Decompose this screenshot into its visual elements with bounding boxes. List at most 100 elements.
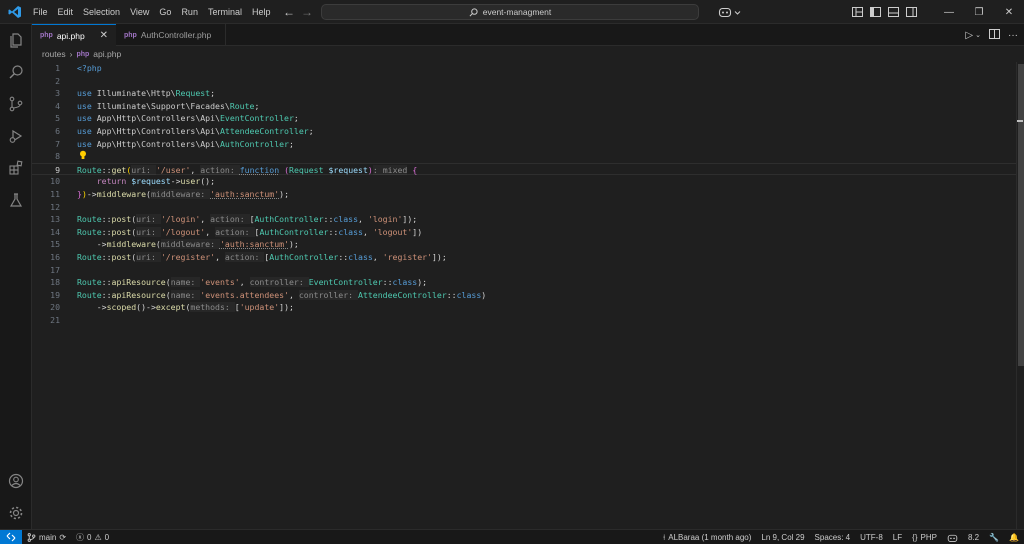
close-tab-icon[interactable]: ✕ (100, 30, 108, 41)
layout-customize-icon[interactable] (848, 0, 866, 24)
warning-icon: ⚠ (94, 532, 102, 542)
git-blame[interactable]: ⍿ ALBaraa (1 month ago) (658, 533, 756, 543)
scroll-thumb[interactable] (1018, 64, 1024, 366)
code-line: 4 use Illuminate\Support\Facades\Route; (55, 100, 260, 111)
editor-tabs: php api.php ✕ php AuthController.php ▷ ⌄… (32, 24, 1024, 46)
wrench-icon[interactable]: 🔧 (984, 533, 1004, 542)
more-actions-icon[interactable]: ··· (1008, 30, 1018, 41)
code-line: 18 Route::apiResource(name: 'events', con… (50, 277, 428, 288)
cursor-position[interactable]: Ln 9, Col 29 (756, 533, 809, 542)
notifications-bell-icon[interactable]: 🔔 (1004, 533, 1024, 542)
menu-go[interactable]: Go (154, 0, 176, 24)
extensions-icon[interactable] (0, 152, 32, 184)
breadcrumb-folder[interactable]: routes (42, 49, 66, 59)
menu-run[interactable]: Run (176, 0, 203, 24)
run-file-icon[interactable]: ▷ (965, 30, 973, 41)
search-activity-icon[interactable] (0, 56, 32, 88)
tab-label: api.php (56, 30, 85, 41)
blame-icon: ⍿ (663, 532, 666, 542)
code-line: 19 Route::apiResource(name: 'events.atten… (50, 289, 487, 300)
cursor-overview-marker (1017, 120, 1023, 122)
editor-scrollbar[interactable] (1016, 62, 1024, 529)
copilot-button[interactable] (718, 4, 741, 20)
copilot-status-icon[interactable] (942, 533, 963, 543)
code-line: 3 use Illuminate\Http\Request; (55, 88, 216, 99)
code-line: 1 <?php (55, 63, 102, 73)
explorer-icon[interactable] (0, 24, 32, 56)
encoding[interactable]: UTF-8 (855, 533, 888, 542)
tab-authcontroller-php[interactable]: php AuthController.php (116, 24, 226, 46)
code-line: 16 Route::post(uri: '/register', action: … (50, 252, 447, 262)
back-arrow-icon[interactable]: ← (283, 5, 295, 19)
split-editor-icon[interactable] (989, 28, 1000, 42)
php-file-icon: php (76, 50, 90, 58)
braces-icon: {} (912, 533, 918, 542)
navigation-arrows: ← → (283, 0, 313, 24)
menu-file[interactable]: File (28, 0, 53, 24)
code-editor[interactable]: 1 <?php 2 3 use Illuminate\Http\Request; 4… (32, 62, 1016, 529)
indentation[interactable]: Spaces: 4 (810, 533, 856, 542)
code-line: 20 ->scoped()->except(methods: ['update'… (50, 302, 294, 313)
menu-selection[interactable]: Selection (78, 0, 125, 24)
testing-flask-icon[interactable] (0, 184, 32, 216)
toggle-primary-sidebar-icon[interactable] (866, 0, 884, 24)
code-line: 12 (50, 201, 60, 212)
menu-terminal[interactable]: Terminal (203, 0, 247, 24)
php-file-icon: php (40, 32, 53, 39)
code-line: 14 Route::post(uri: '/logout', action: [A… (50, 226, 423, 237)
menu-help[interactable]: Help (247, 0, 276, 24)
breadcrumb-file[interactable]: api.php (93, 49, 121, 59)
chevron-right-icon: › (69, 49, 73, 59)
language-mode[interactable]: {} PHP (907, 533, 942, 542)
tab-label: AuthController.php (140, 30, 212, 40)
branch-name: main (39, 532, 57, 542)
code-line: 5 use App\Http\Controllers\Api\EventContr… (55, 113, 299, 124)
lightbulb-icon[interactable] (79, 150, 87, 164)
git-branch[interactable]: main ⟳ (22, 533, 71, 542)
editor-actions: ▷ ⌄ ··· (965, 24, 1018, 46)
code-line: 8 (32, 150, 1016, 163)
php-version[interactable]: 8.2 (963, 533, 984, 542)
code-line: 2 (55, 75, 60, 86)
toggle-secondary-sidebar-icon[interactable] (902, 0, 920, 24)
title-right-controls: — ❐ ✕ (848, 0, 1024, 24)
error-count: 0 (87, 532, 92, 542)
menu-edit[interactable]: Edit (53, 0, 79, 24)
code-line: 6 use App\Http\Controllers\Api\AttendeeCo… (55, 126, 314, 136)
code-line: 17 (50, 264, 60, 275)
error-icon: ⓧ (76, 532, 85, 542)
code-line-current: 9 Route::get(uri: '/user', action: functi… (32, 162, 1016, 176)
minimize-icon[interactable]: — (934, 0, 964, 24)
menu-bar: File Edit Selection View Go Run Terminal… (28, 0, 275, 24)
toggle-panel-icon[interactable] (884, 0, 902, 24)
sync-icon[interactable]: ⟳ (59, 533, 66, 542)
run-debug-icon[interactable] (0, 120, 32, 152)
chevron-down-icon[interactable]: ⌄ (975, 31, 981, 39)
settings-gear-icon[interactable] (0, 497, 32, 529)
code-line: 10 return $request->user(); (50, 176, 216, 187)
remote-indicator-icon[interactable] (0, 529, 22, 544)
end-of-line[interactable]: LF (888, 533, 907, 542)
code-line: 15 ->middleware(middleware: 'auth:sanctu… (50, 239, 299, 250)
copilot-icon (718, 7, 732, 18)
command-center[interactable]: event-managment (321, 4, 699, 20)
vscode-logo-icon (4, 0, 26, 24)
php-file-icon: php (124, 31, 137, 39)
code-line: 21 (50, 315, 60, 325)
search-icon (469, 7, 478, 16)
forward-arrow-icon[interactable]: → (301, 5, 313, 19)
source-control-icon[interactable] (0, 88, 32, 120)
code-line: 13 Route::post(uri: '/login', action: [Au… (50, 214, 418, 225)
status-right: ⍿ ALBaraa (1 month ago) Ln 9, Col 29 Spa… (658, 530, 1024, 544)
tab-api-php[interactable]: php api.php ✕ (32, 24, 116, 46)
code-line: 11})->middleware(middleware: 'auth:sanct… (50, 189, 289, 199)
restore-icon[interactable]: ❐ (964, 0, 994, 24)
problems-indicator[interactable]: ⓧ 0 ⚠ 0 (71, 532, 114, 543)
close-window-icon[interactable]: ✕ (994, 0, 1024, 24)
accounts-icon[interactable] (0, 465, 32, 497)
menu-view[interactable]: View (125, 0, 154, 24)
activity-bar (0, 24, 32, 529)
branch-icon (27, 532, 36, 542)
code-line: 7 use App\Http\Controllers\Api\AuthContro… (55, 138, 294, 149)
command-center-label: event-managment (482, 7, 552, 17)
